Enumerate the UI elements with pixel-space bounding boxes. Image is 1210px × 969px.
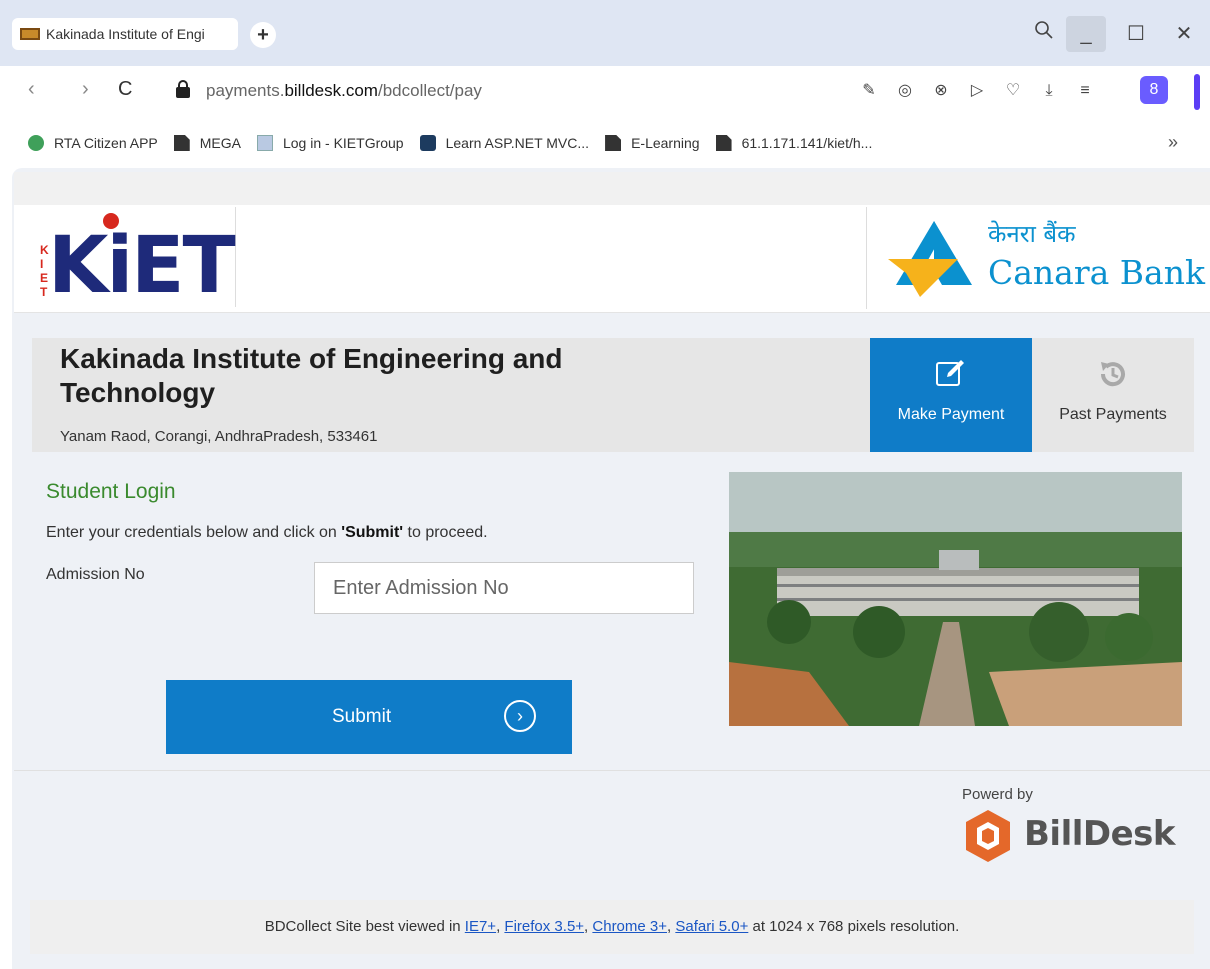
make-payment-button[interactable]: Make Payment xyxy=(870,338,1032,452)
site-header: KIET KiET केनरा बैंक Canara Bank xyxy=(14,205,1210,313)
bookmarks-bar: RTA Citizen APP MEGA Log in - KIETGroup … xyxy=(12,120,1198,166)
document-icon xyxy=(605,135,622,151)
minimize-window-icon[interactable]: _ xyxy=(1066,16,1106,52)
sidebar-toggle[interactable] xyxy=(1194,74,1200,110)
heart-icon[interactable]: ♡ xyxy=(1002,76,1024,106)
maximize-window-icon[interactable]: ☐ xyxy=(1116,16,1156,52)
institute-band: Kakinada Institute of Engineering and Te… xyxy=(32,338,1194,452)
powered-by-label: Powerd by xyxy=(962,786,1033,803)
institute-address: Yanam Raod, Corangi, AndhraPradesh, 5334… xyxy=(60,428,378,445)
billdesk-wordmark: BillDesk xyxy=(1024,814,1176,854)
bookmark-rta[interactable]: RTA Citizen APP xyxy=(28,135,158,151)
submit-button[interactable]: Submit › xyxy=(166,680,572,754)
admission-input[interactable] xyxy=(314,562,694,614)
download-icon[interactable]: ⤓ xyxy=(1038,76,1060,106)
login-instructions: Enter your credentials below and click o… xyxy=(46,524,488,541)
ie-link[interactable]: IE7+ xyxy=(465,918,496,935)
tab-title: Kakinada Institute of Engi xyxy=(46,26,205,42)
history-icon xyxy=(1032,358,1194,394)
arrow-circle-right-icon: › xyxy=(504,700,536,732)
footer-note: BDCollect Site best viewed in IE7+, Fire… xyxy=(30,900,1194,954)
address-bar-toolbar: ✎ ◎ ⊗ ▷ ♡ ⤓ ≡ xyxy=(858,76,1096,106)
chrome-link[interactable]: Chrome 3+ xyxy=(592,918,667,935)
asp-icon xyxy=(419,135,436,151)
close-window-icon[interactable]: ✕ xyxy=(1164,16,1204,52)
address-bar[interactable]: ‹ › C payments.billdesk.com/bdcollect/pa… xyxy=(12,66,1200,118)
safari-link[interactable]: Safari 5.0+ xyxy=(675,918,748,935)
firefox-link[interactable]: Firefox 3.5+ xyxy=(504,918,584,935)
document-icon xyxy=(715,135,732,151)
institute-name: Kakinada Institute of Engineering and Te… xyxy=(60,343,563,408)
bookmark-kiet-ip[interactable]: 61.1.171.141/kiet/h... xyxy=(715,135,872,151)
bookmark-elearning[interactable]: E-Learning xyxy=(605,135,700,151)
edit-page-icon[interactable]: ✎ xyxy=(858,76,880,106)
url-text[interactable]: payments.billdesk.com/bdcollect/pay xyxy=(206,81,482,101)
rta-icon xyxy=(28,135,44,151)
billdesk-hexagon-icon xyxy=(966,810,1010,862)
campus-photo xyxy=(729,472,1182,726)
camera-icon[interactable]: ◎ xyxy=(894,76,916,106)
send-icon[interactable]: ▷ xyxy=(966,76,988,106)
bookmark-mega[interactable]: MEGA xyxy=(173,135,241,151)
bookmark-aspnet[interactable]: Learn ASP.NET MVC... xyxy=(419,135,589,151)
new-tab-plus-icon[interactable]: + xyxy=(250,22,276,48)
bookmark-kietgroup[interactable]: Log in - KIETGroup xyxy=(256,135,404,151)
login-title: Student Login xyxy=(46,480,176,503)
canara-logo-mark xyxy=(888,221,972,297)
tab-favicon-icon xyxy=(20,28,40,40)
billdesk-logo: BillDesk xyxy=(962,808,1202,868)
page-icon xyxy=(256,135,273,151)
forward-arrow-icon[interactable]: › xyxy=(82,78,89,101)
lock-icon[interactable] xyxy=(176,80,190,98)
top-gray-band xyxy=(14,172,1210,206)
more-bookmarks-icon[interactable]: » xyxy=(1168,132,1178,153)
bank-name-hindi: केनरा बैंक xyxy=(988,220,1076,248)
browser-tab[interactable]: Kakinada Institute of Engi xyxy=(12,18,238,50)
document-icon xyxy=(173,135,190,151)
menu-icon[interactable]: ≡ xyxy=(1074,76,1096,106)
block-icon[interactable]: ⊗ xyxy=(930,76,952,106)
canara-bank-logo: केनरा बैंक Canara Bank xyxy=(880,211,1205,303)
browser-tab-strip: Kakinada Institute of Engi + _ ☐ ✕ xyxy=(0,0,1210,66)
tab-search-icon[interactable] xyxy=(1024,16,1064,52)
back-arrow-icon[interactable]: ‹ xyxy=(28,78,35,101)
kiet-logo: KIET KiET xyxy=(24,207,236,311)
admission-label: Admission No xyxy=(46,566,145,583)
edit-icon xyxy=(870,358,1032,394)
profile-avatar[interactable]: 8 xyxy=(1140,76,1168,104)
reload-icon[interactable]: C xyxy=(118,78,132,101)
past-payments-button[interactable]: Past Payments xyxy=(1032,338,1194,452)
kiet-logo-text: KiET xyxy=(48,221,236,311)
bank-name-english: Canara Bank xyxy=(988,253,1205,292)
